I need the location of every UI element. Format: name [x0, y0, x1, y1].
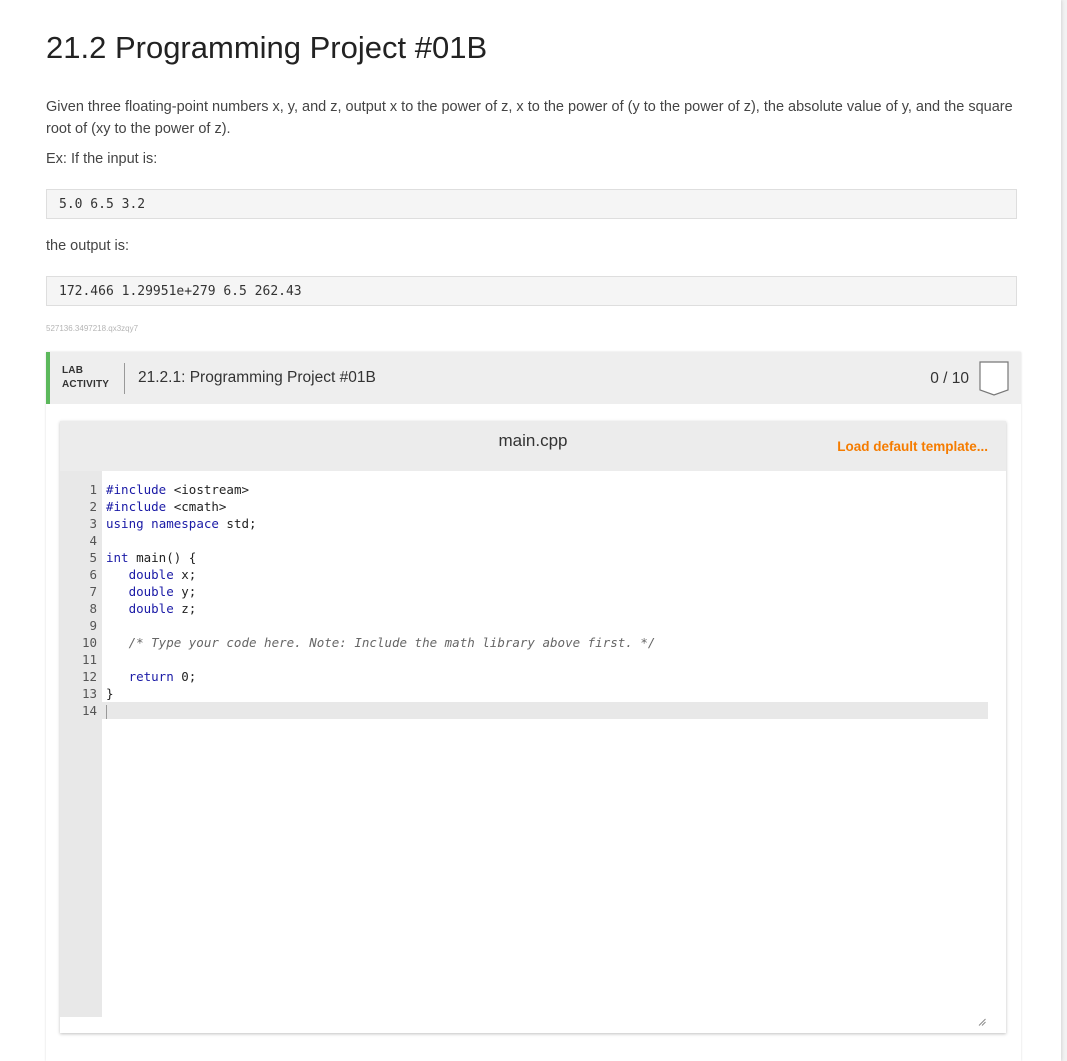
score-badge-icon [979, 361, 1009, 396]
line-number: 1 [89, 482, 97, 497]
lab-activity-title: 21.2.1: Programming Project #01B [138, 369, 376, 386]
line-number: 2 [89, 499, 97, 514]
code-line-text: double x; [128, 567, 197, 582]
activity-code-id: 527136.3497218.qx3zqy7 [46, 324, 139, 333]
code-line[interactable]: 1 #include <iostream> [60, 481, 988, 498]
code-line[interactable]: 7 double y; [60, 583, 988, 600]
code-line[interactable]: 6 double x; [60, 566, 988, 583]
text-cursor [106, 704, 107, 719]
code-text-area[interactable]: 1 #include <iostream> 2 #include <cmath> 3 us… [60, 481, 988, 719]
lab-score: 0 / 10 [930, 370, 969, 387]
code-line-text [106, 702, 107, 719]
code-line[interactable]: 13} [60, 685, 988, 702]
line-number: 6 [89, 567, 97, 582]
code-line[interactable]: 12 return 0; [60, 668, 988, 685]
code-line[interactable]: 4 [60, 532, 988, 549]
code-editor: main.cpp Load default template... 1 #incl… [60, 421, 1006, 1033]
header-divider [124, 363, 125, 394]
code-line[interactable]: 8 double z; [60, 600, 988, 617]
code-line[interactable]: 14 [60, 702, 988, 719]
load-default-template-button[interactable]: Load default template... [837, 439, 988, 454]
code-line-text: using namespace std; [106, 516, 257, 531]
code-line-text: double z; [128, 601, 197, 616]
line-number: 10 [81, 635, 97, 650]
code-line[interactable]: 10 /* Type your code here. Note: Include… [60, 634, 988, 651]
code-line[interactable]: 11 [60, 651, 988, 668]
line-number: 13 [81, 686, 97, 701]
problem-description: Given three floating-point numbers x, y,… [46, 99, 1013, 137]
lab-label-line2: ACTIVITY [62, 379, 110, 390]
page-title: 21.2 Programming Project #01B [46, 30, 488, 65]
code-line[interactable]: 3 using namespace std; [60, 515, 988, 532]
example-output-box: 172.466 1.29951e+279 6.5 262.43 [46, 276, 1017, 306]
line-number: 5 [89, 550, 97, 565]
line-number: 8 [89, 601, 97, 616]
line-number: 9 [89, 618, 97, 633]
line-number: 12 [81, 669, 97, 684]
code-line-text: double y; [128, 584, 197, 599]
code-line-text: #include <iostream> [106, 482, 250, 497]
example-output-label: the output is: [46, 238, 130, 254]
lab-activity-label: LAB ACTIVITY [62, 364, 109, 392]
code-line-text: /* Type your code here. Note: Include th… [106, 635, 656, 650]
code-line[interactable]: 2 #include <cmath> [60, 498, 988, 515]
line-number: 4 [89, 533, 97, 548]
example-input-label: Ex: If the input is: [46, 151, 158, 167]
code-line-text: return 0; [128, 669, 197, 684]
line-number: 11 [81, 652, 97, 667]
editor-toolbar: main.cpp Load default template... [60, 421, 1006, 471]
page: 21.2 Programming Project #01B Given thre… [0, 0, 1061, 1061]
lab-activity-header: LAB ACTIVITY 21.2.1: Programming Project… [46, 352, 1021, 404]
example-input-box: 5.0 6.5 3.2 [46, 189, 1017, 219]
resize-handle-icon[interactable] [978, 1018, 986, 1026]
lab-label-line1: LAB [62, 365, 84, 376]
line-number: 7 [89, 584, 97, 599]
line-number: 14 [81, 703, 97, 718]
line-number: 3 [89, 516, 97, 531]
code-line-text: #include <cmath> [106, 499, 227, 514]
code-line[interactable]: 5 int main() { [60, 549, 988, 566]
code-line-text: } [106, 686, 114, 701]
code-line-text: int main() { [106, 550, 197, 565]
lab-activity-panel: LAB ACTIVITY 21.2.1: Programming Project… [46, 352, 1021, 1061]
code-line[interactable]: 9 [60, 617, 988, 634]
